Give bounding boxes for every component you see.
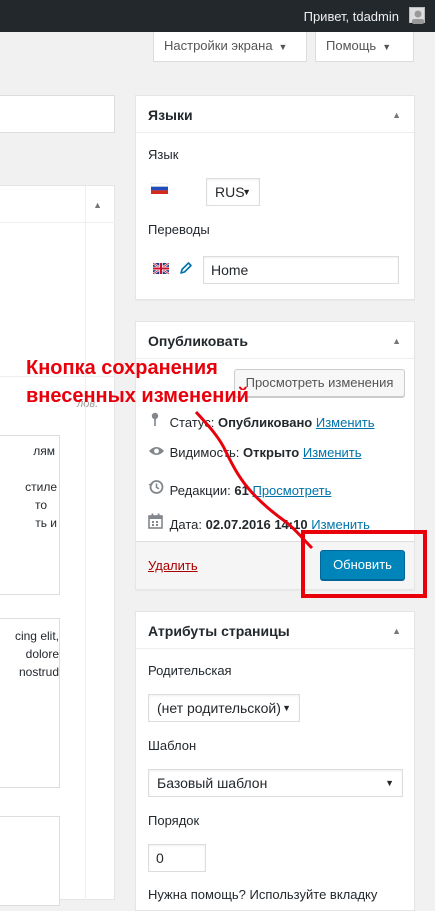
annotation-arrow bbox=[194, 410, 427, 598]
annotation-line: Кнопка сохранения bbox=[26, 357, 218, 379]
highlight-box bbox=[301, 530, 427, 598]
annotation-line: внесенных изменений bbox=[26, 385, 249, 407]
annotation-text: Кнопка сохранения внесенных изменений bbox=[26, 354, 249, 410]
